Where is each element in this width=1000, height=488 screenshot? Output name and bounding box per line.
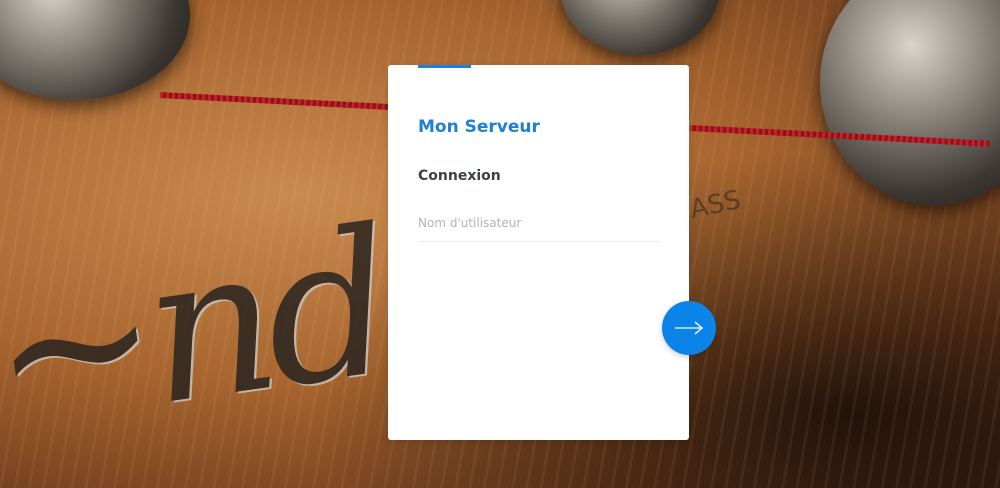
- username-input[interactable]: [418, 205, 660, 242]
- headstock-logo-art: ~nd: [0, 186, 399, 473]
- arrow-right-icon: [674, 321, 704, 335]
- section-title: Connexion: [418, 168, 501, 184]
- background-photo: ~nd ASS Mon Serveur Connexion: [0, 0, 1000, 488]
- app-title: Mon Serveur: [418, 117, 540, 137]
- submit-button[interactable]: [662, 301, 716, 355]
- card-accent-bar: [418, 65, 471, 68]
- login-card: Mon Serveur Connexion: [388, 65, 689, 440]
